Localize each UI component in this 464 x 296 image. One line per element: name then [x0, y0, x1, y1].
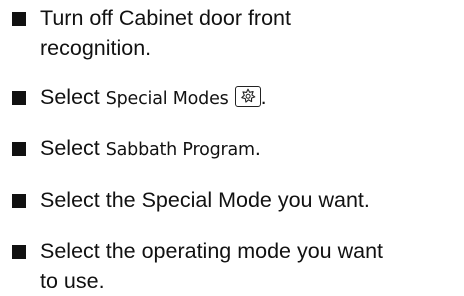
bullet-square — [12, 194, 26, 208]
bullet-square — [12, 91, 26, 105]
special-modes-key-icon — [234, 86, 261, 107]
list-item: Select Special Modes . — [12, 82, 460, 114]
ui-label-special-modes: Special Modes — [105, 89, 229, 109]
bullet-square — [12, 142, 26, 156]
list-item: Select Sabbath Program. — [12, 133, 460, 165]
instruction-list: Turn off Cabinet door front recognition.… — [12, 0, 460, 296]
ui-label-sabbath-program: Sabbath Program — [105, 140, 255, 160]
step-text: Select the Special Mode you want. — [40, 188, 370, 212]
step-text-line-2: recognition. — [40, 36, 152, 60]
step-prefix: Select — [40, 85, 106, 109]
step-suffix: . — [260, 85, 267, 109]
step-text-line-2: to use. — [40, 269, 105, 293]
bullet-square — [12, 12, 26, 26]
list-item: Select the operating mode you want to us… — [12, 236, 460, 296]
list-item: Turn off Cabinet door front recognition. — [12, 3, 460, 63]
bullet-square — [12, 245, 26, 259]
list-item: Select the Special Mode you want. — [12, 185, 460, 215]
step-suffix: . — [254, 136, 261, 160]
step-text-line-1: Turn off Cabinet door front — [40, 6, 291, 30]
step-text-line-1: Select the operating mode you want — [40, 239, 384, 263]
step-prefix: Select — [40, 136, 106, 160]
